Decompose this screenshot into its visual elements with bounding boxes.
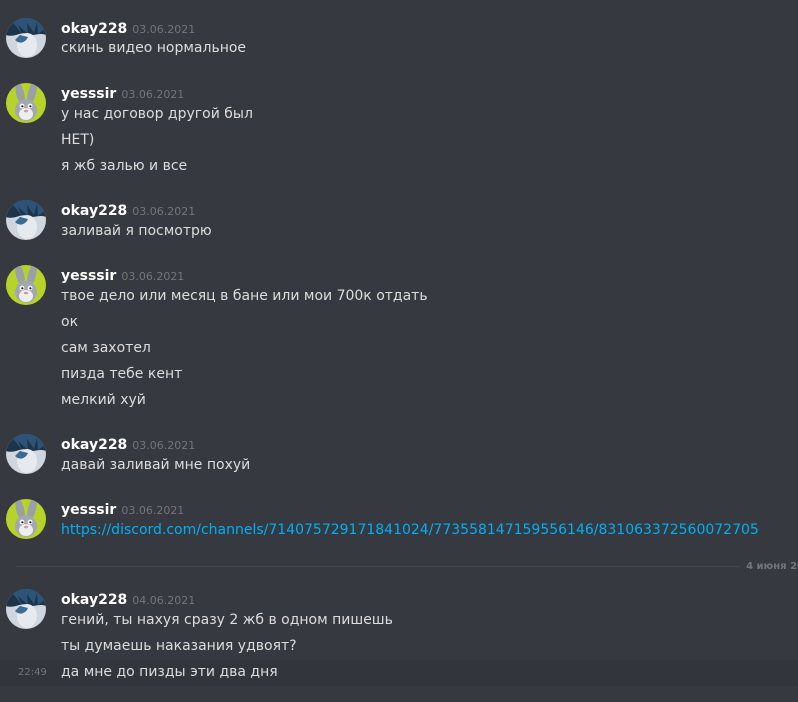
message-text: твое дело или месяц в бане или мои 700к … xyxy=(61,288,428,304)
username[interactable]: yesssir xyxy=(61,502,116,518)
message-timestamp: 03.06.2021 xyxy=(121,88,185,101)
blue-anime-avatar-icon xyxy=(6,18,46,58)
message-header: okay228 04.06.2021 xyxy=(61,589,195,609)
message-text: ты думаешь наказания удвоят? xyxy=(61,638,297,654)
message-header: yesssir 03.06.2021 xyxy=(61,265,184,285)
message-timestamp: 03.06.2021 xyxy=(132,23,196,36)
message-text: гений, ты нахуя сразу 2 жб в одном пишеш… xyxy=(61,612,393,628)
blue-anime-avatar-icon xyxy=(6,589,46,629)
message-text: скинь видео нормальное xyxy=(61,40,247,56)
message-text: мелкий хуй xyxy=(61,392,146,408)
username[interactable]: okay228 xyxy=(61,592,127,608)
bugs-bunny-avatar-icon xyxy=(6,499,46,539)
message-timestamp: 03.06.2021 xyxy=(132,439,196,452)
username[interactable]: yesssir xyxy=(61,86,116,102)
message-text: я жб залью и все xyxy=(61,158,188,174)
message-header: yesssir 03.06.2021 xyxy=(61,499,184,519)
message-text: НЕТ) xyxy=(61,132,95,148)
avatar-okay228[interactable] xyxy=(6,200,46,240)
avatar-yesssir[interactable] xyxy=(6,265,46,305)
message-timestamp: 03.06.2021 xyxy=(121,270,185,283)
avatar-okay228[interactable] xyxy=(6,589,46,629)
message-header: okay228 03.06.2021 xyxy=(61,200,195,220)
hover-timestamp: 22:49 xyxy=(18,667,47,678)
username[interactable]: okay228 xyxy=(61,203,127,219)
chat-messages: okay228 03.06.2021 скинь видео нормальное… xyxy=(0,0,798,702)
message-header: okay228 03.06.2021 xyxy=(61,18,195,38)
message-text: да мне до пизды эти два дня xyxy=(61,664,278,680)
username[interactable]: yesssir xyxy=(61,268,116,284)
message-header: yesssir 03.06.2021 xyxy=(61,83,184,103)
message-text: сам захотел xyxy=(61,340,151,356)
bugs-bunny-avatar-icon xyxy=(6,83,46,123)
date-divider: 4 июня 20 xyxy=(16,559,798,575)
message-text: давай заливай мне похуй xyxy=(61,457,251,473)
message-header: okay228 03.06.2021 xyxy=(61,434,195,454)
message-timestamp: 04.06.2021 xyxy=(132,594,196,607)
message-text: у нас договор другой был xyxy=(61,106,253,122)
message-timestamp: 03.06.2021 xyxy=(121,504,185,517)
blue-anime-avatar-icon xyxy=(6,434,46,474)
message-link[interactable]: https://discord.com/channels/71407572917… xyxy=(61,522,759,538)
bugs-bunny-avatar-icon xyxy=(6,265,46,305)
blue-anime-avatar-icon xyxy=(6,200,46,240)
avatar-okay228[interactable] xyxy=(6,18,46,58)
message-text: https://discord.com/channels/71407572917… xyxy=(61,519,759,541)
username[interactable]: okay228 xyxy=(61,437,127,453)
avatar-yesssir[interactable] xyxy=(6,83,46,123)
username[interactable]: okay228 xyxy=(61,21,127,37)
message-text: пизда тебе кент xyxy=(61,366,183,382)
message-timestamp: 03.06.2021 xyxy=(132,205,196,218)
date-divider-label: 4 июня 20 xyxy=(740,559,798,575)
avatar-yesssir[interactable] xyxy=(6,499,46,539)
avatar-okay228[interactable] xyxy=(6,434,46,474)
message-text: ок xyxy=(61,314,79,330)
message-text: заливай я посмотрю xyxy=(61,223,212,239)
